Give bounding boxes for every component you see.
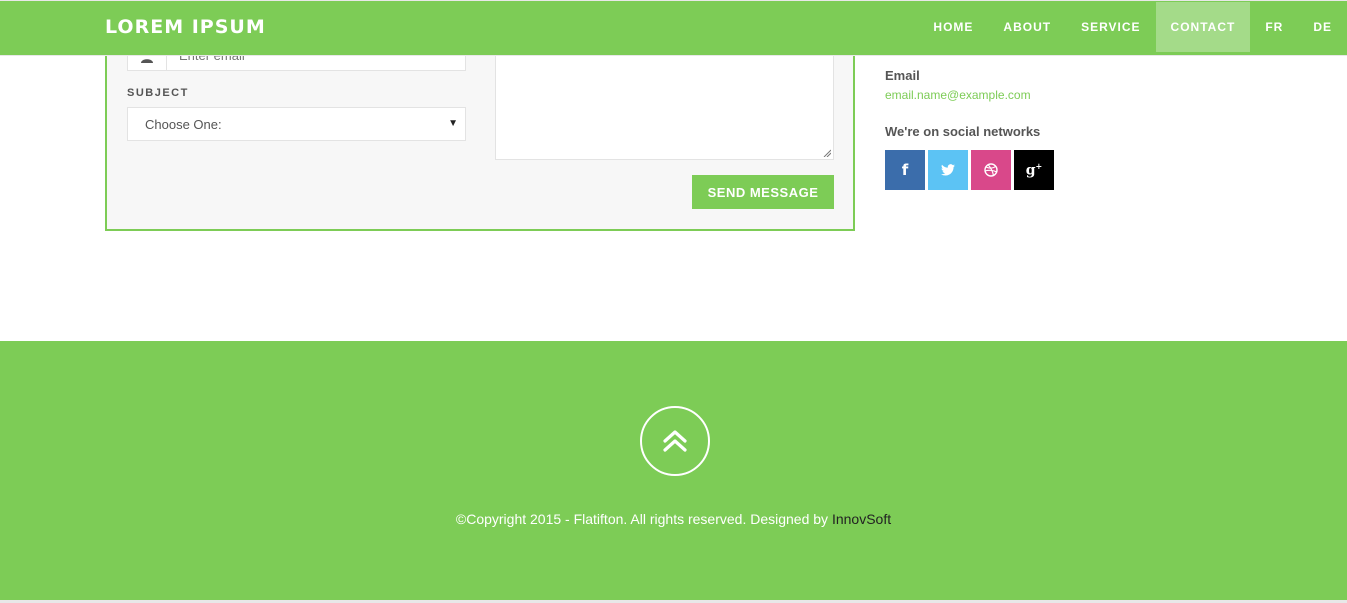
twitter-button[interactable] [928,150,968,190]
footer: ©Copyright 2015 - Flatifton. All rights … [0,341,1347,600]
nav-item-home[interactable]: HOME [918,2,988,52]
navbar: LOREM IPSUM HOME ABOUT SERVICE CONTACT F… [0,0,1347,56]
nav-item-about[interactable]: ABOUT [988,2,1066,52]
google-plus-button[interactable]: g+ [1014,150,1054,190]
nav-item-de[interactable]: DE [1298,2,1347,52]
caret-down-icon: ▼ [448,118,458,129]
contact-info: Email email.name@example.com We're on so… [885,68,1054,190]
social-label: We're on social networks [885,124,1041,139]
subject-select[interactable]: Choose One: ▼ [127,107,466,141]
subject-selected-value: Choose One: [145,116,222,132]
send-message-button[interactable]: SEND MESSAGE [692,175,834,209]
nav-menu: HOME ABOUT SERVICE CONTACT FR DE [918,1,1347,55]
nav-item-contact[interactable]: CONTACT [1155,2,1251,52]
email-link[interactable]: email.name@example.com [885,88,1054,102]
designer-link[interactable]: InnovSoft [832,511,891,527]
google-plus-icon: g+ [1025,161,1043,179]
subject-label: SUBJECT [127,87,189,99]
double-chevron-up-icon [663,430,687,452]
twitter-icon [941,164,955,176]
nav-item-fr[interactable]: FR [1250,2,1298,52]
resize-handle-icon[interactable] [823,149,831,157]
email-label: Email [885,68,920,83]
copyright-main: ©Copyright 2015 - Flatifton. All rights … [455,511,832,527]
facebook-icon: f [901,161,909,179]
message-textarea[interactable] [495,40,834,160]
copyright-text: ©Copyright 2015 - Flatifton. All rights … [0,511,1347,527]
dribbble-button[interactable] [971,150,1011,190]
brand-logo[interactable]: LOREM IPSUM [105,16,266,38]
nav-item-service[interactable]: SERVICE [1066,2,1155,52]
back-to-top-button[interactable] [640,406,710,476]
dribbble-icon [984,163,998,177]
facebook-button[interactable]: f [885,150,925,190]
social-links: f g+ [885,150,1054,190]
